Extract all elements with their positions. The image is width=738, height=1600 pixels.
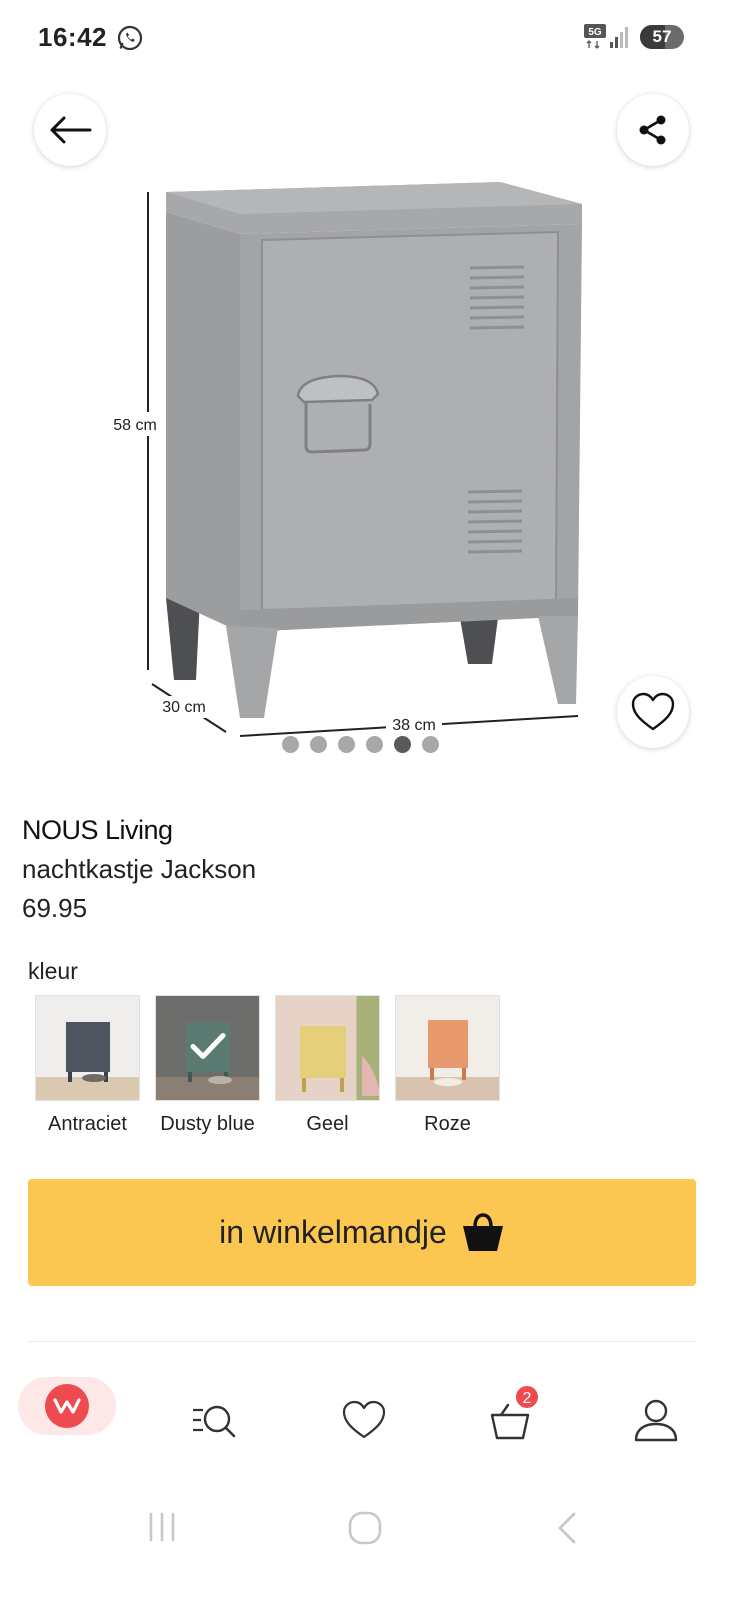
swatch-label: Dusty blue <box>160 1113 255 1135</box>
status-bar: 16:42 5G 57 <box>0 0 738 80</box>
home-icon[interactable] <box>347 1510 383 1546</box>
recents-icon[interactable] <box>146 1510 178 1544</box>
swatch-dusty-blue[interactable]: Dusty blue <box>155 995 260 1136</box>
battery-level: 57 <box>652 27 672 46</box>
product-image[interactable]: 58 cm 30 cm 38 cm <box>100 170 600 740</box>
check-icon <box>190 1033 225 1059</box>
bottom-nav: 2 <box>0 1370 738 1450</box>
swatch-label: Roze <box>424 1113 471 1135</box>
network-label: 5G <box>588 27 602 38</box>
swatch-image <box>395 995 500 1101</box>
pagination-dot[interactable] <box>366 736 383 753</box>
swatch-image <box>155 995 260 1101</box>
image-pagination <box>282 736 439 753</box>
swatch-label: Geel <box>306 1113 349 1135</box>
arrow-left-icon <box>50 116 92 144</box>
nav-wishlist[interactable] <box>336 1384 392 1456</box>
width-dimension-label: 38 cm <box>392 717 436 734</box>
pagination-dot[interactable] <box>394 736 411 753</box>
swatch-image <box>35 995 140 1101</box>
user-icon <box>634 1399 678 1442</box>
pagination-dot[interactable] <box>338 736 355 753</box>
nav-home[interactable] <box>18 1377 116 1435</box>
height-dimension-label: 58 cm <box>113 417 157 434</box>
pagination-dot[interactable] <box>310 736 327 753</box>
depth-dimension-label: 30 cm <box>162 699 206 716</box>
system-nav-bar <box>0 1490 738 1565</box>
heart-icon <box>631 692 675 731</box>
back-chevron-icon[interactable] <box>554 1510 580 1546</box>
nav-account[interactable] <box>628 1384 684 1456</box>
swatch-antraciet[interactable]: Antraciet <box>35 995 140 1136</box>
search-menu-icon <box>193 1405 236 1438</box>
battery-indicator: 57 <box>640 25 684 49</box>
add-to-cart-button[interactable]: in winkelmandje <box>28 1179 696 1286</box>
wehkamp-logo-icon <box>45 1384 89 1428</box>
swatch-roze[interactable]: Roze <box>395 995 500 1136</box>
color-label: kleur <box>28 958 78 984</box>
brand-name[interactable]: NOUS Living <box>22 815 173 846</box>
product-price: 69.95 <box>22 893 88 923</box>
shopping-bag-icon <box>462 1212 503 1251</box>
signal-icon: 5G <box>584 24 628 49</box>
whatsapp-icon <box>117 25 143 51</box>
swatch-geel[interactable]: Geel <box>275 995 380 1136</box>
color-swatches: Antraciet Dusty blue Geel Roze <box>35 995 500 1136</box>
cart-count-badge: 2 <box>514 1384 540 1410</box>
status-time: 16:42 <box>38 22 107 52</box>
share-button[interactable] <box>617 94 689 166</box>
add-to-cart-label: in winkelmandje <box>219 1214 447 1250</box>
favorite-button[interactable] <box>617 676 689 748</box>
product-title: nachtkastje Jackson <box>22 854 257 884</box>
nav-cart[interactable]: 2 <box>482 1384 540 1456</box>
divider <box>28 1341 696 1342</box>
share-icon <box>639 115 666 145</box>
nav-search[interactable] <box>185 1384 241 1456</box>
back-button[interactable] <box>34 94 106 166</box>
heart-icon <box>342 1400 386 1439</box>
pagination-dot[interactable] <box>282 736 299 753</box>
swatch-label: Antraciet <box>48 1113 127 1135</box>
swatch-image <box>275 995 380 1101</box>
pagination-dot[interactable] <box>422 736 439 753</box>
